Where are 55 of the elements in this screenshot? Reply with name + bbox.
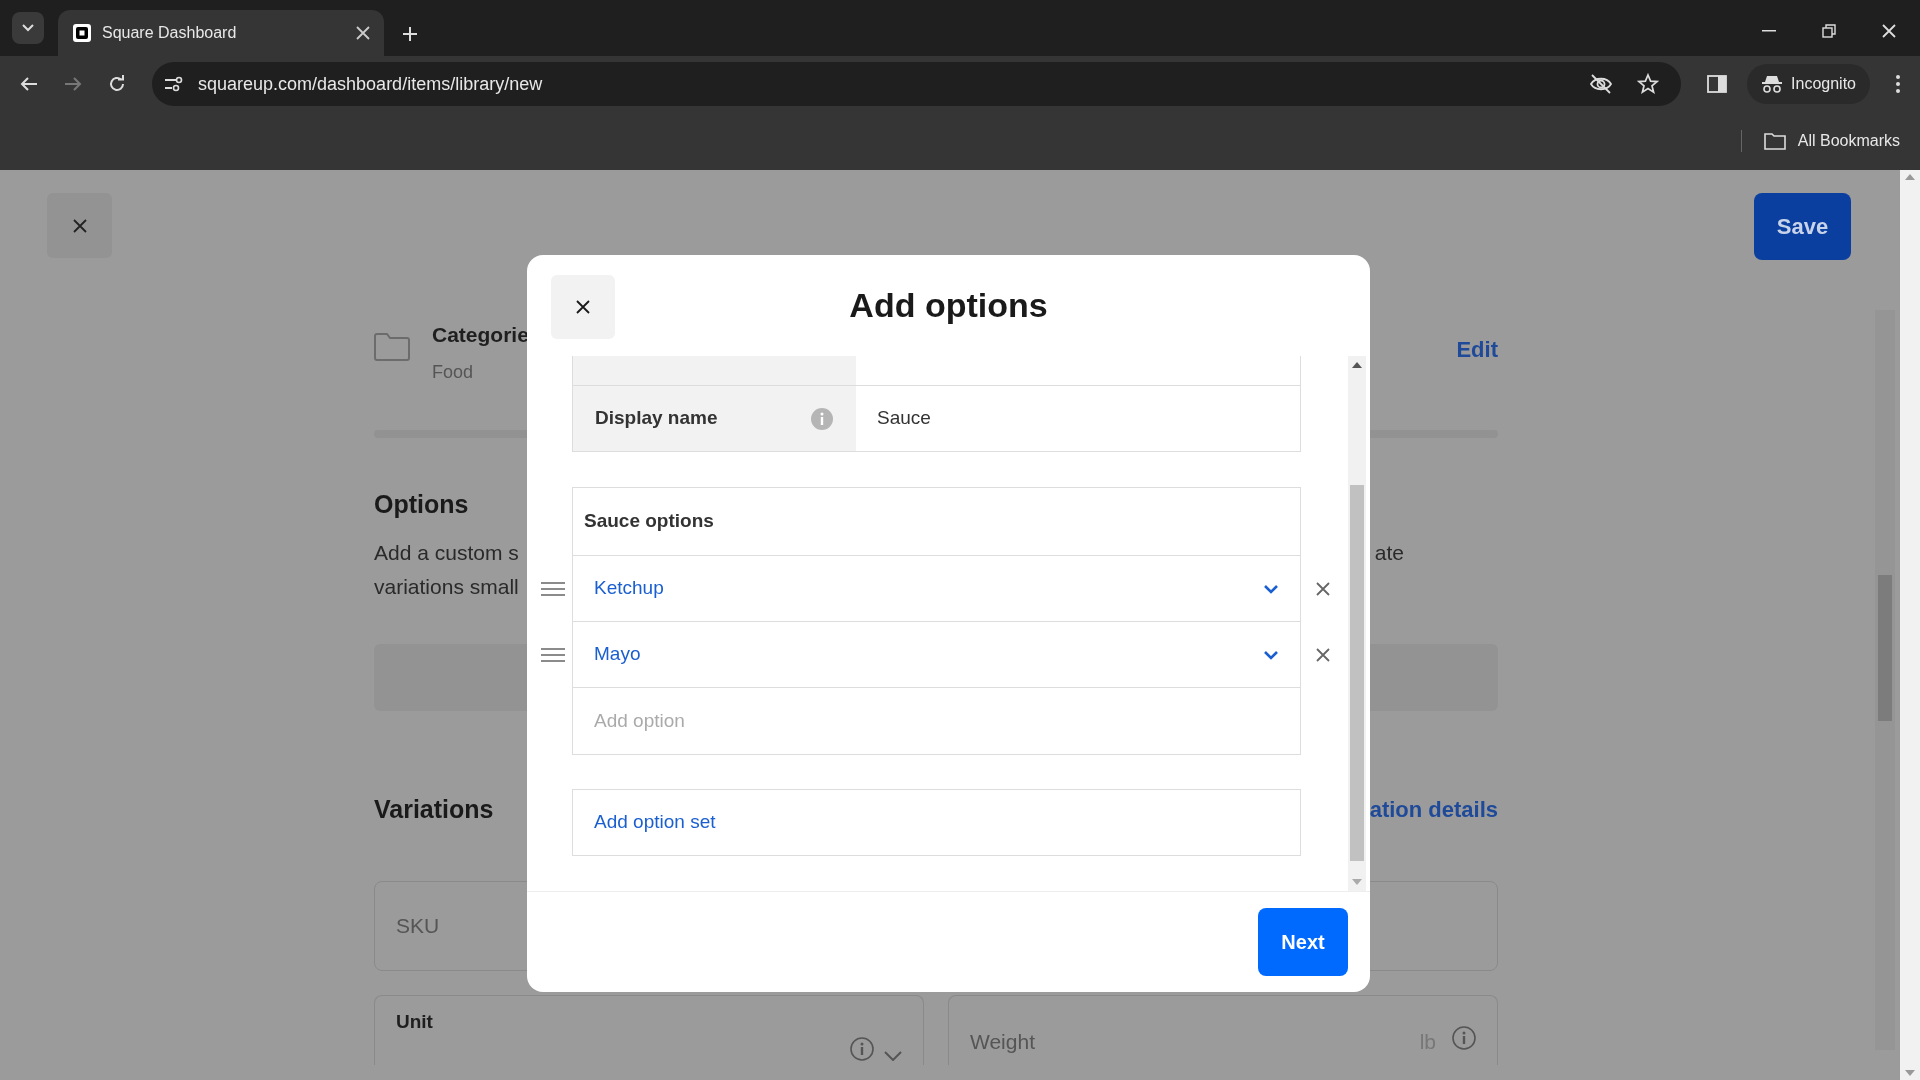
reload-icon[interactable] <box>108 75 126 93</box>
incognito-icon <box>1761 75 1784 93</box>
site-settings-icon <box>164 76 184 92</box>
restore-icon[interactable] <box>1822 24 1836 38</box>
variation-details-link[interactable]: ation details <box>1369 793 1498 827</box>
incognito-button[interactable]: Incognito <box>1747 64 1870 104</box>
minimize-icon[interactable] <box>1762 30 1776 32</box>
close-icon <box>576 300 590 314</box>
new-tab-icon[interactable] <box>402 26 418 42</box>
categories-label: Categorie <box>432 322 529 348</box>
drag-handle-icon[interactable] <box>541 648 565 662</box>
option-select[interactable]: Mayo <box>573 622 1300 688</box>
side-panel-icon[interactable] <box>1707 75 1728 93</box>
dialog-title: Add options <box>849 285 1048 326</box>
next-button[interactable]: Next <box>1258 908 1348 976</box>
info-icon <box>1452 1025 1476 1050</box>
more-icon[interactable] <box>1896 75 1900 93</box>
remove-option-icon[interactable] <box>1316 582 1330 596</box>
window-close-icon[interactable] <box>1882 24 1896 38</box>
chevron-down-icon[interactable] <box>1263 583 1279 594</box>
option-select[interactable]: Ketchup <box>573 556 1300 622</box>
star-icon[interactable] <box>1637 73 1660 95</box>
drag-handle-icon[interactable] <box>541 582 565 596</box>
unit-field[interactable]: Unit <box>374 994 924 1065</box>
save-button[interactable]: Save <box>1754 193 1851 260</box>
address-bar[interactable]: squareup.com/dashboard/items/library/new <box>152 62 1682 106</box>
chevron-down-icon[interactable] <box>1263 649 1279 660</box>
folder-icon <box>1763 132 1786 150</box>
all-bookmarks-link[interactable]: All Bookmarks <box>1797 129 1900 153</box>
options-description: variations small <box>374 574 519 598</box>
back-icon[interactable] <box>20 76 38 92</box>
info-icon <box>850 1036 874 1061</box>
dialog-scrollbar[interactable] <box>1348 356 1366 891</box>
options-heading: Options <box>374 488 469 520</box>
add-option-field[interactable]: Add option <box>573 688 1300 754</box>
browser-tab[interactable]: Square Dashboard <box>58 10 384 56</box>
tab-list-button[interactable] <box>12 12 44 44</box>
option-set-title: Sauce options <box>584 509 714 534</box>
tab-close-icon[interactable] <box>356 26 370 40</box>
folder-icon <box>374 333 410 361</box>
forward-icon[interactable] <box>64 76 82 92</box>
chevron-down-icon <box>22 24 34 32</box>
category-value: Food <box>432 360 475 384</box>
options-description: Add a custom s <box>374 540 519 566</box>
add-option-set-button[interactable]: Add option set <box>572 789 1301 856</box>
eye-off-icon[interactable] <box>1589 74 1614 94</box>
close-icon <box>72 218 87 233</box>
remove-option-icon[interactable] <box>1316 648 1330 662</box>
chevron-down-icon <box>884 1050 902 1061</box>
edit-link[interactable]: Edit <box>1456 333 1498 366</box>
square-logo-icon <box>72 23 92 43</box>
scroll-up-icon[interactable] <box>1352 362 1362 368</box>
options-description: ate <box>1374 540 1404 566</box>
variations-heading: Variations <box>374 794 494 825</box>
page-scrollbar[interactable] <box>1875 310 1895 1050</box>
